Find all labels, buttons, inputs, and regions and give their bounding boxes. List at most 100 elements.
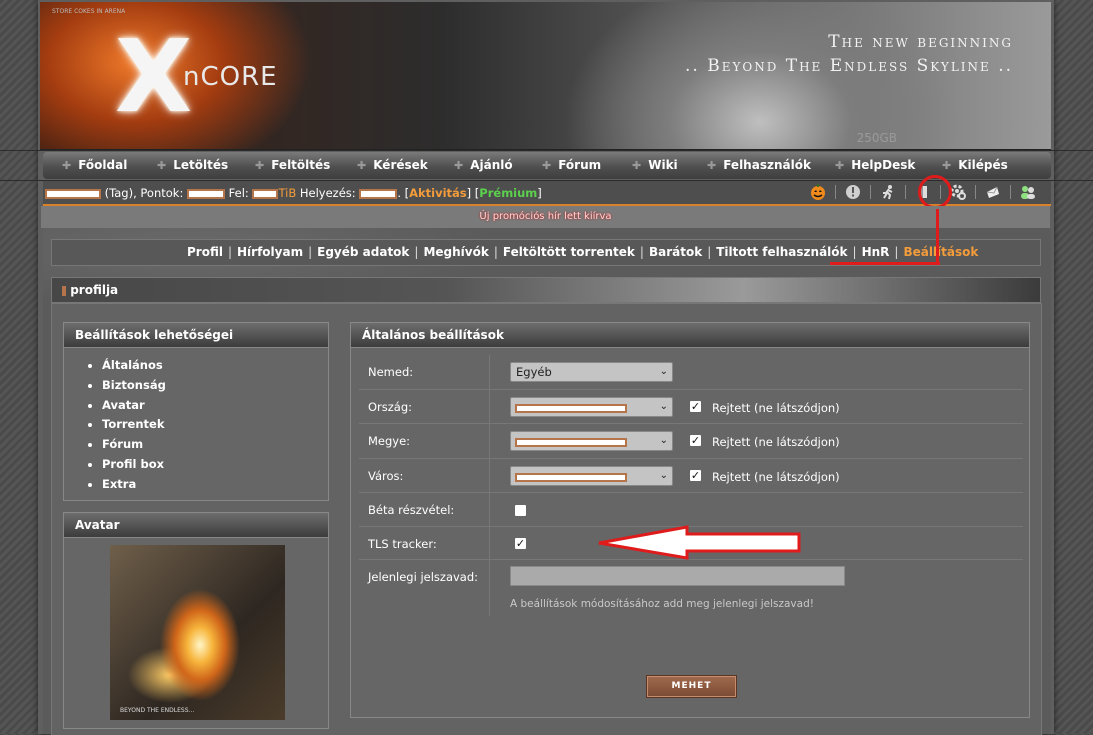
plus-icon: ✚ xyxy=(942,158,952,172)
separator: | xyxy=(493,245,498,259)
city-label: Város: xyxy=(368,469,404,483)
separator: | xyxy=(639,245,644,259)
option-profil-box[interactable]: Profil box xyxy=(102,455,166,475)
separator xyxy=(870,185,871,199)
premium-link[interactable]: Prémium xyxy=(479,186,537,200)
submit-button[interactable]: MEHET xyxy=(646,675,737,698)
separator: | xyxy=(414,245,419,259)
plus-icon: ✚ xyxy=(707,158,717,172)
avatar-caption: BEYOND THE ENDLESS... xyxy=(120,707,195,714)
nav-item-letoltes[interactable]: ✚ Letöltés xyxy=(157,158,228,172)
subnav-item-feltoltott-torrentek[interactable]: Feltöltött torrentek xyxy=(503,245,635,259)
avatar-image: BEYOND THE ENDLESS... xyxy=(110,545,285,720)
avatar-title: Avatar xyxy=(64,513,328,538)
profile-title: profilja xyxy=(70,283,119,297)
city-row: Város: ⌄ ✓ Rejtett (ne látszódjon) xyxy=(359,459,1023,493)
user-bar: (Tag), Pontok: Fel: TiB Helyezés: . [Akt… xyxy=(43,181,1051,206)
running-person-icon[interactable] xyxy=(879,183,897,201)
promo-text: Új promóciós hír lett kiírva xyxy=(479,211,612,222)
separator: | xyxy=(852,245,857,259)
password-label: Jelenlegi jelszavad: xyxy=(368,570,479,584)
gender-select[interactable]: Egyéb ⌄ xyxy=(510,362,673,382)
storage-label: 250GB xyxy=(856,131,897,145)
general-settings-box: Általános beállítások Nemed: Egyéb ⌄ Ors… xyxy=(350,322,1030,718)
placement-label: Helyezés: xyxy=(299,186,356,200)
county-select[interactable]: ⌄ xyxy=(510,431,673,451)
city-hidden-checkbox[interactable]: ✓ xyxy=(689,469,702,482)
option-avatar[interactable]: Avatar xyxy=(102,396,166,416)
nav-item-felhasznalok[interactable]: ✚ Felhasználók xyxy=(707,158,811,172)
nav-item-ajanlo[interactable]: ✚ Ajánló xyxy=(454,158,513,172)
options-title: Beállítások lehetőségei xyxy=(64,323,328,348)
separator xyxy=(835,185,836,199)
slogan-line-1: The new beginning xyxy=(828,32,1013,52)
password-hint: A beállítások módosításához add meg jele… xyxy=(510,598,814,610)
plus-icon: ✚ xyxy=(157,158,167,172)
country-select[interactable]: ⌄ xyxy=(510,397,673,417)
plus-icon: ✚ xyxy=(454,158,464,172)
country-hidden-label: Rejtett (ne látszódjon) xyxy=(712,401,840,415)
alert-icon[interactable] xyxy=(844,183,862,201)
nav-item-kilepes[interactable]: ✚ Kilépés xyxy=(942,158,1008,172)
nav-item-wiki[interactable]: ✚ Wiki xyxy=(632,158,678,172)
envelope-icon[interactable] xyxy=(984,183,1002,201)
county-hidden-label: Rejtett (ne látszódjon) xyxy=(712,435,840,449)
city-select[interactable]: ⌄ xyxy=(510,466,673,486)
promo-bar[interactable]: Új promóciós hír lett kiírva xyxy=(41,206,1050,228)
nav-item-forum[interactable]: ✚ Fórum xyxy=(542,158,601,172)
plus-icon: ✚ xyxy=(62,158,72,172)
beta-checkbox[interactable] xyxy=(514,504,527,517)
option-biztonsag[interactable]: Biztonság xyxy=(102,376,166,396)
option-altalanos[interactable]: Általános xyxy=(102,356,166,376)
option-extra[interactable]: Extra xyxy=(102,475,166,495)
separator xyxy=(905,185,906,199)
redacted-username xyxy=(45,188,101,199)
separator: | xyxy=(227,245,233,259)
nav-item-keresek[interactable]: ✚ Kérések xyxy=(357,158,428,172)
subnav-item-hnr[interactable]: HnR xyxy=(862,245,890,259)
logo-name: nCORE xyxy=(183,62,278,92)
subnav-item-profil[interactable]: Profil xyxy=(187,245,223,259)
upload-label: Fel: xyxy=(228,186,249,200)
upload-unit: TiB xyxy=(278,186,297,200)
beta-label: Béta részvétel: xyxy=(368,503,455,517)
subnav-item-meghivok[interactable]: Meghívók xyxy=(423,245,488,259)
subnav-item-egyeb-adatok[interactable]: Egyéb adatok xyxy=(317,245,409,259)
plus-icon: ✚ xyxy=(357,158,367,172)
activity-link[interactable]: Aktivitás xyxy=(409,186,467,200)
beta-row: Béta részvétel: xyxy=(359,493,1023,527)
annotation-arrow xyxy=(598,525,801,560)
nav-item-helpdesk[interactable]: ✚ HelpDesk xyxy=(835,158,915,172)
password-row: Jelenlegi jelszavad: A beállítások módos… xyxy=(359,560,1023,616)
city-hidden-label: Rejtett (ne látszódjon) xyxy=(712,470,840,484)
settings-wrapper: Beállítások lehetőségei Általános Bizton… xyxy=(51,303,1042,735)
separator xyxy=(1010,185,1011,199)
friends-icon[interactable] xyxy=(1019,183,1037,201)
plus-icon: ✚ xyxy=(542,158,552,172)
highlight-circle xyxy=(918,175,952,209)
nav-item-feltoltes[interactable]: ✚ Feltöltés xyxy=(255,158,330,172)
subnav-item-tiltott-felhasznalok[interactable]: Tiltott felhasználók xyxy=(716,245,847,259)
redacted-upload xyxy=(252,188,279,199)
tls-label: TLS tracker: xyxy=(368,537,437,551)
tls-checkbox[interactable]: ✓ xyxy=(514,537,527,550)
options-menu: Általános Biztonság Avatar Torrentek Fór… xyxy=(102,356,166,495)
option-forum[interactable]: Fórum xyxy=(102,435,166,455)
county-hidden-checkbox[interactable]: ✓ xyxy=(689,434,702,447)
country-hidden-checkbox[interactable]: ✓ xyxy=(689,400,702,413)
nav-item-fooldal[interactable]: ✚ Főoldal xyxy=(62,158,127,172)
highlight-line xyxy=(936,209,939,265)
option-torrentek[interactable]: Torrentek xyxy=(102,415,166,435)
halloween-pumpkin-icon[interactable] xyxy=(809,183,827,201)
plus-icon: ✚ xyxy=(632,158,642,172)
header-banner: STORE COKES IN ARENA X nCORE The new beg… xyxy=(40,2,1051,150)
chevron-down-icon: ⌄ xyxy=(659,435,668,446)
subnav-item-beallitasok[interactable]: Beállítások xyxy=(903,245,978,259)
current-password-input[interactable] xyxy=(510,566,845,586)
county-label: Megye: xyxy=(368,434,411,448)
subnav-item-baratok[interactable]: Barátok xyxy=(649,245,702,259)
chevron-down-icon: ⌄ xyxy=(659,366,668,377)
separator xyxy=(975,185,976,199)
subnav-item-hirfolyam[interactable]: Hírfolyam xyxy=(237,245,303,259)
chevron-down-icon: ⌄ xyxy=(659,470,668,481)
